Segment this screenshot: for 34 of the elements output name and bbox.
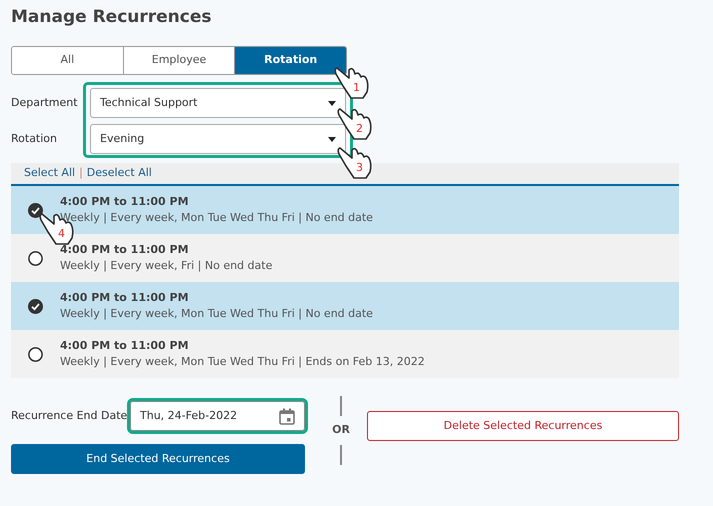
checked-radio-icon[interactable] (28, 202, 43, 218)
dropdown[interactable]: Technical Support (90, 88, 346, 118)
dropdown[interactable]: Evening (90, 124, 346, 154)
recurrence-details: Weekly | Every week, Mon Tue Wed Thu Fri | No end date (60, 210, 373, 226)
tab[interactable]: Rotation (234, 47, 346, 74)
time-range: 4:00 PM to 11:00 PM (60, 242, 190, 258)
date-field[interactable]: Thu, 24-Feb-2022 (130, 401, 305, 431)
time-range: 4:00 PM to 11:00 PM (60, 290, 190, 306)
step-number: 3 (356, 162, 363, 173)
recurrence-row[interactable]: 4:00 PM to 11:00 PM Weekly | Every week, Mon Tue Wed Thu Fri | Ends on Feb 13, 2022 (11, 330, 679, 378)
recurrence-details: Weekly | Every week, Mon Tue Wed Thu Fri | Ends on Feb 13, 2022 (60, 354, 425, 370)
or-label: OR (332, 422, 350, 438)
time-range: 4:00 PM to 11:00 PM (60, 194, 190, 210)
checked-radio-icon[interactable] (28, 298, 43, 314)
radio-icon[interactable] (28, 250, 43, 266)
step-number: 1 (353, 82, 360, 93)
recurrence-details: Weekly | Every week, Mon Tue Wed Thu Fri | No end date (60, 306, 373, 322)
step-number: 2 (356, 123, 363, 134)
time-range: 4:00 PM to 11:00 PM (60, 338, 190, 354)
field-label: Recurrence End Date (11, 408, 128, 424)
caret-icon (328, 100, 336, 106)
select-all-link[interactable]: Select All (24, 165, 76, 182)
page-title: Manage Recurrences (11, 6, 213, 28)
end-recurrences-button[interactable]: End Selected Recurrences (11, 444, 305, 474)
field-label: Rotation (11, 130, 58, 147)
caret-icon (328, 136, 336, 142)
separator: | (79, 165, 83, 182)
delete-recurrences-button[interactable]: Delete Selected Recurrences (367, 411, 679, 441)
deselect-all-link[interactable]: Deselect All (86, 165, 152, 182)
recurrence-details: Weekly | Every week, Fri | No end date (60, 258, 272, 274)
radio-icon[interactable] (28, 346, 43, 362)
calendar-icon (279, 408, 295, 424)
recurrence-row[interactable]: 4:00 PM to 11:00 PM Weekly | Every week, Mon Tue Wed Thu Fri | No end date (11, 282, 679, 330)
field-label: Department (11, 94, 79, 111)
